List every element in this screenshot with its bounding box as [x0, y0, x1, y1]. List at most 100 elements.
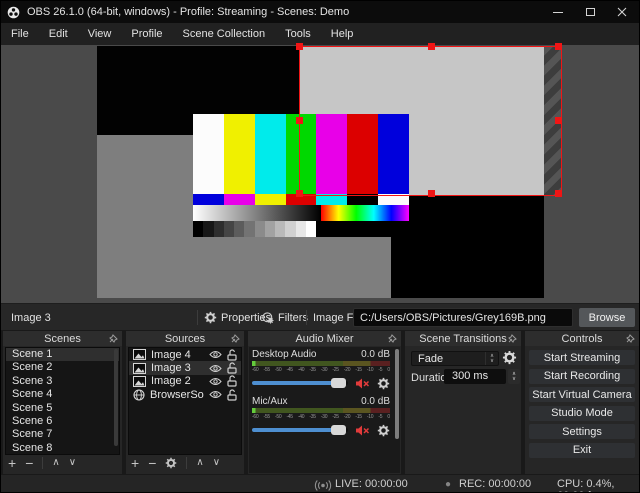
- scene-transitions-panel: Scene Transitions Fade ∧ ∨ Duration 300 m…: [405, 331, 521, 474]
- menu-item[interactable]: Profile: [121, 23, 172, 45]
- source-properties-button[interactable]: [165, 457, 177, 469]
- menu-item[interactable]: Scene Collection: [173, 23, 276, 45]
- visibility-icon[interactable]: [209, 350, 222, 359]
- scene-list-item[interactable]: Scene 7: [6, 428, 119, 441]
- tick-label: -5: [378, 367, 383, 373]
- image-source-icon: [133, 349, 146, 361]
- menu-item[interactable]: File: [1, 23, 39, 45]
- channel-level: 0.0 dB: [361, 349, 390, 360]
- channel-settings-button[interactable]: [377, 377, 390, 390]
- add-source-button[interactable]: +: [131, 456, 139, 470]
- minimize-button[interactable]: [542, 1, 574, 23]
- tick-label: -35: [309, 414, 316, 420]
- settings-button[interactable]: Settings: [529, 424, 635, 439]
- scene-list-item[interactable]: Scene 1: [6, 348, 119, 362]
- selection-handle[interactable]: [555, 43, 562, 50]
- menu-item[interactable]: Help: [321, 23, 364, 45]
- lock-icon[interactable]: [227, 389, 237, 401]
- volume-slider[interactable]: [252, 425, 348, 435]
- transition-select[interactable]: Fade ∧ ∨: [411, 351, 499, 366]
- menu-item[interactable]: View: [78, 23, 122, 45]
- visibility-icon[interactable]: [209, 377, 222, 386]
- selection-handle[interactable]: [555, 190, 562, 197]
- mixer-scrollbar[interactable]: [395, 349, 399, 439]
- controls-panel: Controls Start Streaming Start Recording…: [525, 331, 639, 474]
- mute-button[interactable]: [355, 425, 370, 436]
- mute-button[interactable]: [355, 378, 370, 389]
- scenes-scrollbar[interactable]: [114, 349, 118, 446]
- lock-icon[interactable]: [227, 362, 237, 374]
- move-scene-down-button[interactable]: ∨: [69, 457, 76, 469]
- lock-icon[interactable]: [227, 375, 237, 388]
- menu-item[interactable]: Tools: [275, 23, 321, 45]
- scene-list-item[interactable]: Scene 8: [6, 442, 119, 454]
- colorbars-gradients: [193, 205, 409, 221]
- selection-handle[interactable]: [428, 190, 435, 197]
- exit-button[interactable]: Exit: [529, 442, 635, 458]
- volume-slider-handle[interactable]: [330, 425, 346, 435]
- audio-mixer-panel: Audio Mixer Desktop Audio 0.0 dB -60 -55-…: [248, 331, 401, 474]
- duration-input[interactable]: 300 ms: [444, 369, 506, 384]
- menu-item[interactable]: Edit: [39, 23, 78, 45]
- browse-button[interactable]: Browse: [579, 308, 635, 327]
- pin-icon[interactable]: [626, 334, 635, 343]
- start-streaming-button[interactable]: Start Streaming: [529, 350, 635, 365]
- studio-mode-button[interactable]: Studio Mode: [529, 405, 635, 421]
- volume-slider[interactable]: [252, 378, 348, 388]
- selection-handle[interactable]: [296, 117, 303, 124]
- source-list-item[interactable]: Image 4: [129, 348, 241, 361]
- remove-scene-button[interactable]: −: [25, 456, 33, 470]
- tick-label: -20: [343, 367, 351, 373]
- selection-handle[interactable]: [296, 190, 303, 197]
- selection-handle[interactable]: [296, 43, 303, 50]
- source-list-item[interactable]: BrowserSource: [129, 388, 241, 401]
- scenes-toolbar: + − ∧ ∨: [8, 456, 76, 470]
- add-scene-button[interactable]: +: [8, 456, 16, 470]
- maximize-button[interactable]: [574, 1, 606, 23]
- tick-label: -10: [366, 414, 374, 420]
- source-list-item[interactable]: Image 2: [129, 375, 241, 388]
- source-list: Image 4 Image 3 Image 2 BrowserSo: [128, 347, 242, 455]
- selection-handle[interactable]: [428, 43, 435, 50]
- window-controls: [542, 1, 638, 23]
- scenes-panel: Scenes Scene 1 Scene 2 Scene 3 Scene 4 Scene…: [3, 331, 122, 474]
- preview-area[interactable]: [1, 43, 639, 303]
- pin-icon[interactable]: [109, 334, 118, 343]
- remove-source-button[interactable]: −: [148, 456, 156, 470]
- volume-slider-handle[interactable]: [330, 378, 346, 388]
- visibility-icon[interactable]: [209, 364, 222, 373]
- rec-time-label: REC: 00:00:00: [459, 478, 532, 490]
- pin-icon[interactable]: [388, 334, 397, 343]
- pin-icon[interactable]: [231, 334, 240, 343]
- channel-settings-button[interactable]: [377, 424, 390, 437]
- image-file-input[interactable]: [353, 308, 573, 327]
- source-list-item[interactable]: Image 3: [129, 361, 241, 375]
- filters-label: Filters: [278, 311, 308, 324]
- start-recording-button[interactable]: Start Recording: [529, 368, 635, 384]
- move-source-down-button[interactable]: ∨: [213, 457, 220, 469]
- transition-settings-button[interactable]: [502, 350, 517, 365]
- scene-list-item[interactable]: Scene 6: [6, 415, 119, 428]
- selection-box[interactable]: [296, 43, 562, 197]
- tick-label: -45: [286, 367, 293, 373]
- image-source-icon: [133, 375, 146, 387]
- start-virtual-camera-button[interactable]: Start Virtual Camera: [529, 387, 635, 402]
- visibility-icon[interactable]: [209, 390, 222, 399]
- close-button[interactable]: [606, 1, 638, 23]
- toolbar-separator: [186, 457, 188, 469]
- minimize-icon: [553, 11, 563, 13]
- scene-list-item[interactable]: Scene 2: [6, 361, 119, 374]
- tick-label: 0: [387, 367, 390, 373]
- pin-icon[interactable]: [508, 334, 517, 343]
- scene-list-item[interactable]: Scene 3: [6, 375, 119, 388]
- duration-spinner[interactable]: ∧ ∨: [508, 369, 520, 384]
- move-source-up-button[interactable]: ∧: [196, 457, 203, 469]
- lock-icon[interactable]: [227, 349, 237, 361]
- obs-logo-icon: [7, 6, 20, 19]
- filters-button[interactable]: Filters: [262, 308, 308, 327]
- selection-handle[interactable]: [555, 117, 562, 124]
- scene-list-item[interactable]: Scene 5: [6, 402, 119, 415]
- move-scene-up-button[interactable]: ∧: [52, 457, 59, 469]
- source-name: Image 3: [151, 362, 191, 375]
- scene-list-item[interactable]: Scene 4: [6, 388, 119, 401]
